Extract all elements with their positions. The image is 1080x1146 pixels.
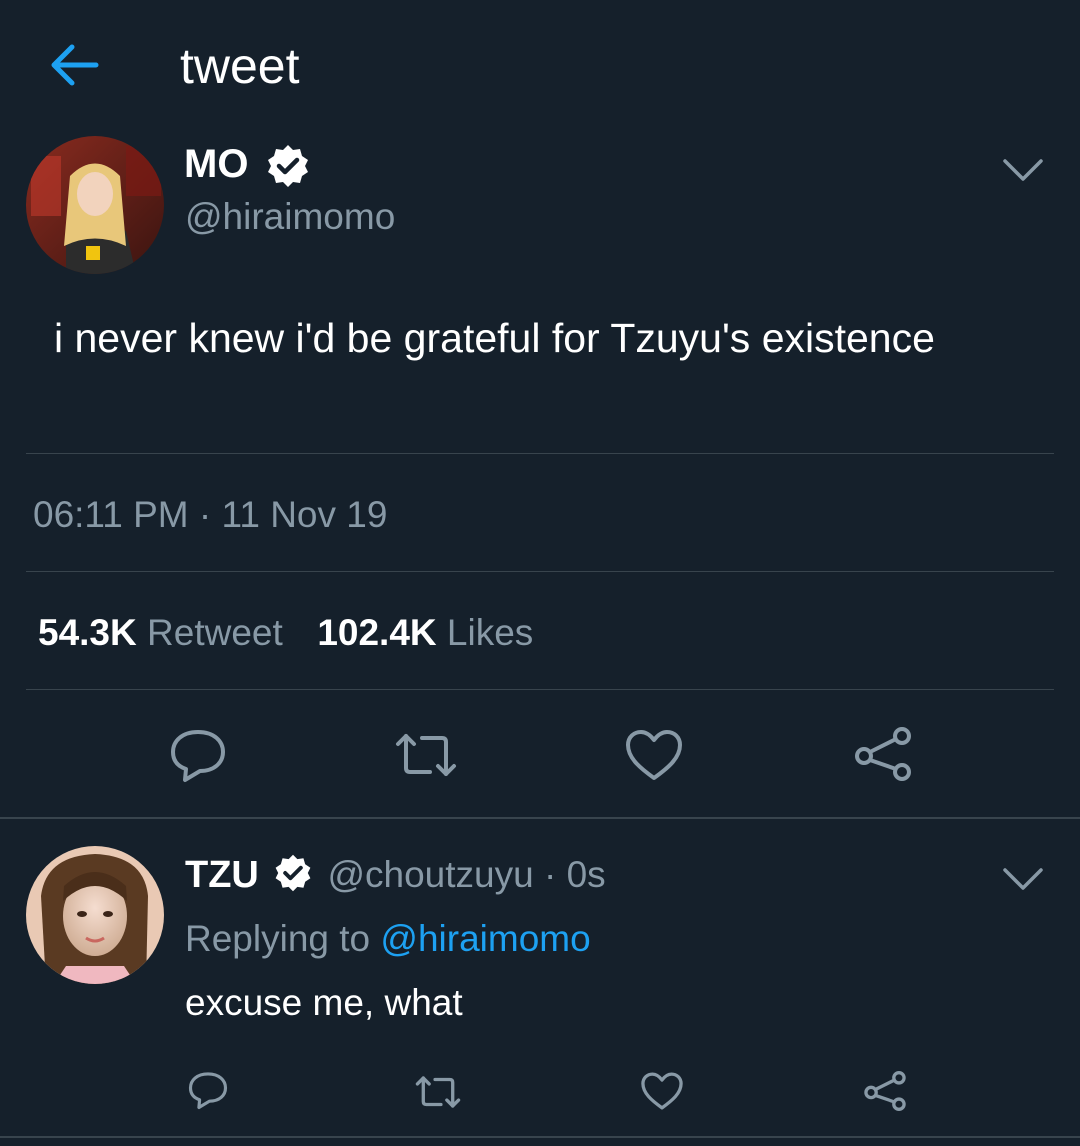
divider [26,571,1054,572]
chevron-down-icon[interactable] [1001,864,1045,894]
divider [26,453,1054,454]
author-handle[interactable]: @hiraimomo [185,194,395,240]
replying-to: Replying to @hiraimomo [185,916,591,962]
like-icon[interactable] [624,728,684,782]
page-title: tweet [180,38,300,94]
replying-prefix: Replying to [185,918,371,959]
replying-to-link[interactable]: @hiraimomo [380,918,590,959]
reply-icon[interactable] [187,1069,229,1111]
separator-dot: · [543,854,557,895]
likes-label[interactable]: Likes [447,612,533,653]
share-icon[interactable] [862,1069,908,1113]
like-icon[interactable] [640,1071,684,1111]
reply-icon[interactable] [168,727,228,783]
retweet-icon[interactable] [413,1073,463,1111]
likes-count[interactable]: 102.4K [317,612,436,653]
reply-author-avatar[interactable] [26,846,164,984]
section-divider [0,817,1080,819]
verified-badge-icon [268,145,308,187]
divider [26,689,1054,690]
verified-badge-icon [275,854,311,892]
author-name[interactable]: MO [184,140,248,188]
bottom-divider [0,1136,1080,1138]
author-avatar[interactable] [26,136,164,274]
share-icon[interactable] [852,724,914,784]
app-header: tweet [0,0,1080,130]
tweet-timestamp: 06:11 PM · 11 Nov 19 [33,494,388,535]
chevron-down-icon[interactable] [1001,155,1045,185]
retweet-icon[interactable] [392,730,460,780]
arrow-left-icon [51,44,99,86]
retweet-count[interactable]: 54.3K [38,612,137,653]
retweet-label[interactable]: Retweet [147,612,283,653]
tweet-text: i never knew i'd be grateful for Tzuyu's… [54,315,935,361]
back-button[interactable] [48,42,100,88]
reply-time: 0s [566,854,606,895]
reply-author-name[interactable]: TZU [185,854,259,896]
reply-text: excuse me, what [185,982,463,1023]
reply-author-handle[interactable]: @choutzuyu [327,854,533,895]
tweet-stats: 54.3K Retweet 102.4K Likes [38,610,533,656]
reply-header: TZU @choutzuyu · 0s [185,852,606,898]
